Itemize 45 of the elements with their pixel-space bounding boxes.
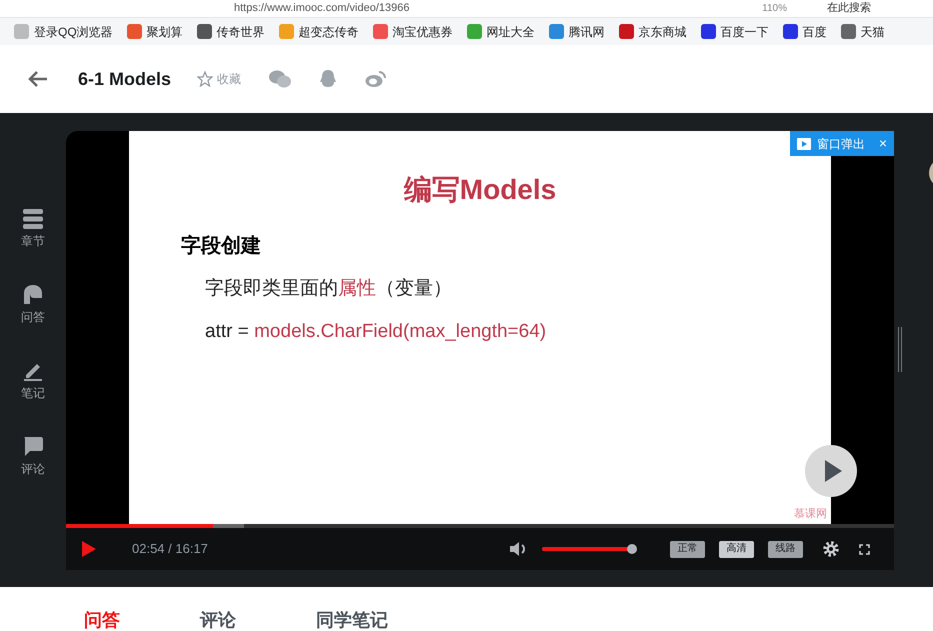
scroll-handle-icon[interactable] (898, 327, 902, 372)
slide-heading: 字段创建 (181, 234, 262, 259)
url-text[interactable]: https://www.imooc.com/video/13966 (234, 3, 410, 14)
zoom-text: 110% (762, 4, 787, 14)
lesson-title: 6-1 Models (78, 68, 172, 90)
sidebar-item[interactable]: 评论 (21, 436, 45, 478)
speech-bubble-icon (22, 284, 44, 306)
content-tab[interactable]: 评论 (200, 611, 236, 629)
list-icon (22, 208, 44, 230)
sidebar-item[interactable]: 笔记 (21, 360, 45, 402)
slide-title: 编写Models (402, 173, 558, 207)
bookmark-link[interactable]: 传奇世界 (196, 22, 265, 40)
bookmark-link[interactable]: 聚划算 (126, 22, 183, 40)
bookmark-link[interactable]: 登录QQ浏览器 (14, 22, 113, 40)
volume-icon[interactable] (510, 541, 527, 557)
back-arrow-icon[interactable] (28, 71, 48, 87)
bookmark-link[interactable]: 天猫 (840, 22, 885, 40)
progress-track[interactable] (66, 524, 894, 528)
slide-text-line: 字段即类里面的属性（变量） (205, 277, 453, 301)
sidebar-item[interactable]: 章节 (21, 208, 45, 250)
bookmark-link[interactable]: 百度 (782, 22, 827, 40)
fullscreen-icon[interactable] (859, 544, 870, 554)
bookmark-link[interactable]: 京东商城 (618, 22, 687, 40)
bookmark-link[interactable]: 淘宝优惠券 (372, 22, 453, 40)
bookmark-link[interactable]: 腾讯网 (548, 22, 605, 40)
play-icon (796, 138, 811, 150)
comment-icon (22, 436, 44, 458)
quality-button[interactable]: 高清 (719, 540, 754, 558)
watermark-text: 慕课网 (794, 506, 827, 522)
play-icon[interactable] (82, 541, 96, 557)
search-field[interactable]: 在此搜索 (827, 3, 927, 14)
time-display: 02:54 / 16:17 (132, 540, 208, 558)
bookmark-link[interactable]: 网址大全 (466, 22, 535, 40)
settings-icon[interactable] (823, 541, 839, 557)
star-icon (197, 71, 214, 87)
volume-thumb[interactable] (627, 544, 637, 554)
slide-text-line: attr = models.CharField(max_length=64) (205, 320, 548, 344)
content-tab[interactable]: 同学笔记 (316, 611, 388, 629)
play-button-icon[interactable] (804, 444, 858, 498)
bookmark-link[interactable]: 超变态传奇 (278, 22, 359, 40)
bookmark-link[interactable]: 百度一下 (700, 22, 769, 40)
quality-button[interactable]: 线路 (768, 540, 803, 558)
content-tab[interactable]: 问答 (84, 611, 120, 629)
sidebar-item[interactable]: 问答 (21, 284, 45, 326)
quality-button[interactable]: 正常 (670, 540, 705, 558)
